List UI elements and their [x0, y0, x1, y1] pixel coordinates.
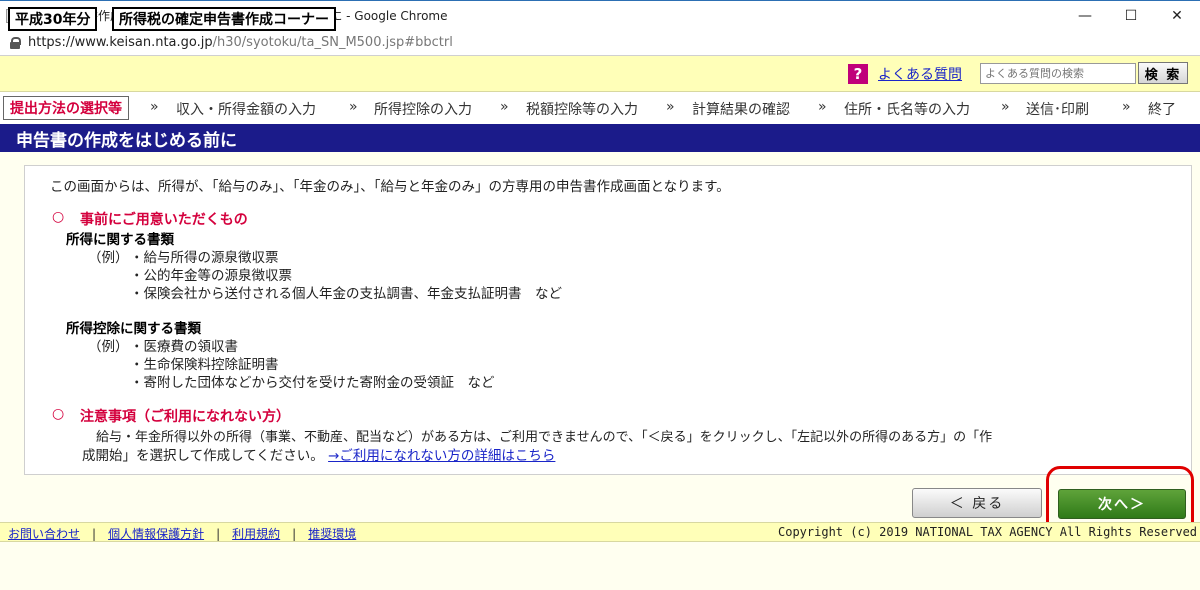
footer-separator: |	[92, 527, 97, 541]
window-controls: — ☐ ✕	[1062, 1, 1200, 31]
question-icon[interactable]: ?	[848, 64, 868, 84]
minimize-icon[interactable]: —	[1062, 1, 1108, 31]
deduction-doc-item: ・生命保険料控除証明書	[130, 357, 279, 373]
contact-link[interactable]: お問い合わせ	[8, 527, 80, 541]
footer-separator: |	[216, 527, 221, 541]
faq-link[interactable]: よくある質問	[878, 64, 962, 84]
step-deductions: 所得控除の入力	[374, 102, 472, 118]
step-separator: »	[818, 99, 827, 115]
footer-links: お問い合わせ | 個人情報保護方針 | 利用規約 | 推奨環境	[8, 525, 356, 542]
faq-search-input[interactable]	[980, 63, 1136, 84]
prep-heading: 事前にご用意いただくもの	[80, 212, 248, 228]
step-separator: »	[500, 99, 509, 115]
circle-bullet: ○	[52, 209, 65, 225]
environment-link[interactable]: 推奨環境	[308, 527, 356, 541]
year-badge: 平成30年分	[8, 7, 98, 31]
notice-text-cont: 成開始」を選択して作成してください。	[82, 448, 324, 464]
example-label: （例）	[88, 250, 129, 266]
back-button[interactable]: ＜ 戻る	[912, 488, 1042, 518]
close-icon[interactable]: ✕	[1154, 1, 1200, 31]
step-finish: 終了	[1148, 102, 1176, 118]
deduction-doc-item: ・医療費の領収書	[130, 339, 238, 355]
page-title: 申告書の作成をはじめる前に	[0, 124, 1200, 152]
unavailable-details-link[interactable]: →ご利用になれない方の詳細はこちら	[328, 448, 555, 464]
notice-heading: 注意事項（ご利用になれない方）	[80, 409, 290, 425]
circle-bullet: ○	[52, 406, 65, 422]
url-text[interactable]: https://www.keisan.nta.go.jp/h30/syotoku…	[28, 35, 453, 50]
corner-title: 所得税の確定申告書作成コーナー	[112, 7, 336, 31]
search-button[interactable]: 検 索	[1138, 62, 1188, 84]
step-income: 収入・所得金額の入力	[176, 102, 316, 118]
step-address: 住所・氏名等の入力	[844, 102, 970, 118]
income-doc-item: ・保険会社から送付される個人年金の支払調書、年金支払証明書 など	[130, 286, 562, 302]
privacy-link[interactable]: 個人情報保護方針	[108, 527, 204, 541]
example-label: （例）	[88, 339, 129, 355]
income-doc-item: ・給与所得の源泉徴収票	[130, 250, 279, 266]
step-tax-credits: 税額控除等の入力	[526, 102, 638, 118]
next-button[interactable]: 次へ＞	[1058, 489, 1186, 519]
step-current: 提出方法の選択等	[3, 96, 129, 120]
notice-text-2: 成開始」を選択して作成してください。 →ご利用になれない方の詳細はこちら	[82, 444, 555, 464]
url-path: /h30/syotoku/ta_SN_M500.jsp#bbctrl	[212, 35, 453, 50]
deduction-docs-heading: 所得控除に関する書類	[66, 321, 201, 337]
page-bottom	[0, 542, 1200, 590]
url-host: https://www.keisan.nta.go.jp	[28, 35, 213, 50]
intro-text: この画面からは、所得が、「給与のみ」、「年金のみ」、「給与と年金のみ」の方専用の…	[50, 179, 730, 195]
maximize-icon[interactable]: ☐	[1108, 1, 1154, 31]
step-results: 計算結果の確認	[692, 102, 790, 118]
notice-text: 給与・年金所得以外の所得（事業、不動産、配当など）がある方は、ご利用できませんの…	[96, 430, 993, 445]
step-separator: »	[1122, 99, 1131, 115]
step-separator: »	[349, 99, 358, 115]
address-bar[interactable]: https://www.keisan.nta.go.jp/h30/syotoku…	[0, 30, 1200, 56]
deduction-doc-item: ・寄附した団体などから交付を受けた寄附金の受領証 など	[130, 375, 495, 391]
step-separator: »	[1001, 99, 1010, 115]
step-send-print: 送信･印刷	[1026, 102, 1089, 118]
income-docs-heading: 所得に関する書類	[66, 232, 174, 248]
terms-link[interactable]: 利用規約	[232, 527, 280, 541]
step-separator: »	[666, 99, 675, 115]
income-doc-item: ・公的年金等の源泉徴収票	[130, 268, 292, 284]
footer-separator: |	[292, 527, 297, 541]
lock-icon	[10, 36, 21, 49]
step-separator: »	[150, 99, 159, 115]
copyright-text: Copyright (c) 2019 NATIONAL TAX AGENCY A…	[778, 525, 1198, 539]
